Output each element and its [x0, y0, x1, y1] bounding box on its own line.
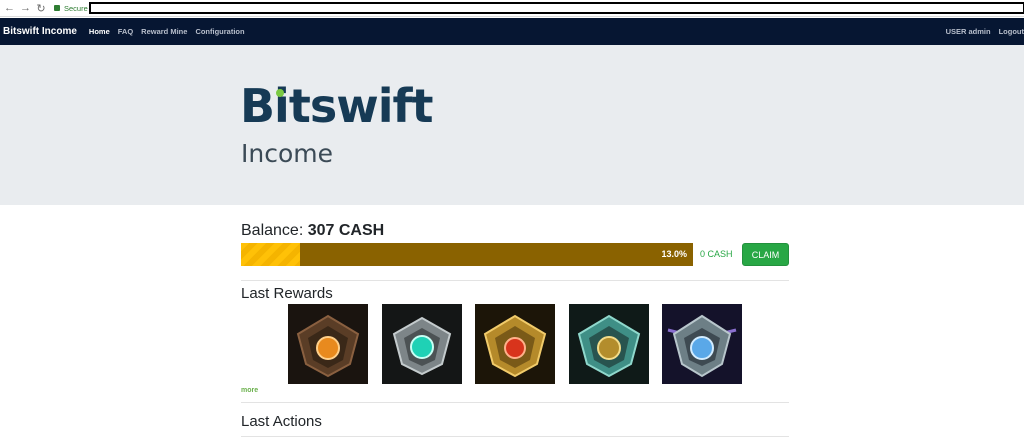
- logout-link[interactable]: Logout: [999, 27, 1024, 36]
- lock-icon: [54, 5, 60, 11]
- last-rewards-heading: Last Rewards: [241, 285, 333, 302]
- balance-value: 307 CASH: [307, 222, 385, 239]
- back-arrow-icon[interactable]: ←: [4, 2, 15, 14]
- forward-arrow-icon[interactable]: →: [20, 2, 31, 14]
- mining-progress-bar: 13.0%: [241, 243, 693, 266]
- logo-subtitle: Income: [241, 139, 333, 168]
- divider: [241, 402, 789, 403]
- browser-nav: ← → ↻: [0, 2, 46, 15]
- top-navbar: Bitswift Income Home FAQ Reward Mine Con…: [0, 18, 1024, 45]
- progress-fill: [241, 243, 300, 266]
- balance-display: Balance: 307 CASH: [241, 222, 384, 240]
- nav-faq[interactable]: FAQ: [118, 27, 133, 36]
- divider: [241, 436, 789, 437]
- progress-percent: 13.0%: [661, 249, 687, 259]
- divider: [241, 280, 789, 281]
- nav-user-area: USER admin Logout: [946, 27, 1024, 36]
- secure-label: Secure: [64, 3, 88, 13]
- hero-banner: Bitswift Income: [0, 45, 1024, 205]
- secure-indicator[interactable]: Secure: [54, 4, 88, 13]
- more-rewards-link[interactable]: more: [241, 387, 258, 394]
- address-bar[interactable]: [89, 2, 1024, 14]
- logo-dot-icon: [276, 89, 284, 97]
- balance-label: Balance:: [241, 222, 304, 239]
- bronze-emblem-icon[interactable]: [288, 304, 368, 384]
- gold-emblem-icon[interactable]: [475, 304, 555, 384]
- nav-links: Home FAQ Reward Mine Configuration: [89, 27, 245, 36]
- rewards-gallery: [288, 304, 788, 385]
- claim-button[interactable]: CLAIM: [742, 243, 789, 266]
- diamond-emblem-icon[interactable]: [662, 304, 742, 384]
- logo-wordmark: Bitswift: [240, 79, 433, 133]
- pending-cash: 0 CASH: [700, 249, 733, 259]
- platinum-emblem-icon[interactable]: [569, 304, 649, 384]
- reload-icon[interactable]: ↻: [36, 2, 46, 15]
- browser-toolbar: ← → ↻ Secure: [0, 0, 1024, 17]
- brand-link[interactable]: Bitswift Income: [3, 26, 77, 37]
- claim-row: 13.0% 0 CASH CLAIM: [241, 243, 789, 273]
- last-actions-heading: Last Actions: [241, 413, 322, 430]
- user-menu[interactable]: USER admin: [946, 27, 991, 36]
- nav-reward-mine[interactable]: Reward Mine: [141, 27, 187, 36]
- silver-emblem-icon[interactable]: [382, 304, 462, 384]
- nav-configuration[interactable]: Configuration: [195, 27, 244, 36]
- nav-home[interactable]: Home: [89, 27, 110, 36]
